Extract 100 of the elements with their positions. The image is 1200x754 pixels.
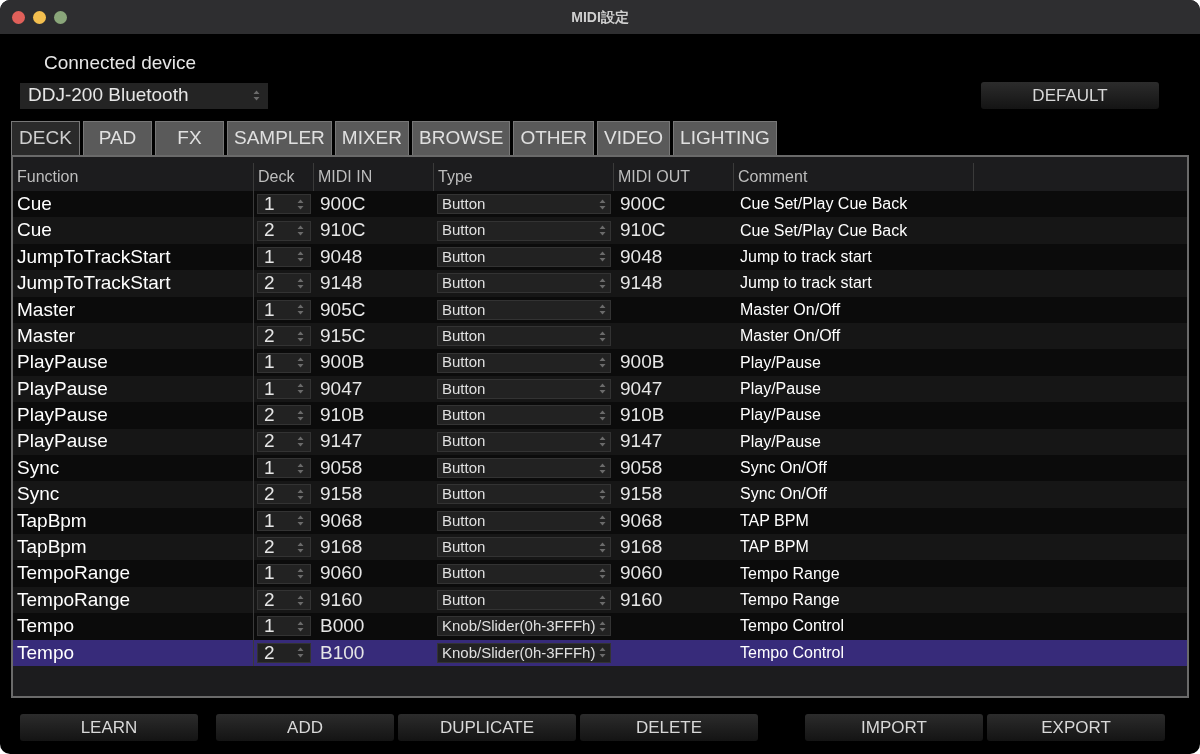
type-select[interactable]: Button xyxy=(437,273,611,294)
deck-stepper[interactable]: 2 xyxy=(257,273,311,294)
midi-in-cell-text: 9060 xyxy=(320,561,363,586)
type-select[interactable]: Button xyxy=(437,352,611,373)
type-select[interactable]: Button xyxy=(437,326,611,347)
column-header[interactable]: Deck xyxy=(258,165,295,189)
stepper-arrows-icon xyxy=(297,541,304,553)
tab[interactable]: MIXER xyxy=(334,121,409,155)
table-row[interactable]: PlayPause 2 910B Button 910B Play/Pause xyxy=(13,402,1187,429)
type-select[interactable]: Button xyxy=(437,510,611,531)
type-select[interactable]: Button xyxy=(437,537,611,558)
action-button[interactable]: DUPLICATE xyxy=(398,714,576,741)
tab[interactable]: OTHER xyxy=(513,121,594,155)
type-select[interactable]: Button xyxy=(437,563,611,584)
deck-stepper[interactable]: 1 xyxy=(257,352,311,373)
comment-cell-text: Jump to track start xyxy=(740,273,872,294)
table-row[interactable]: Tempo 1 B000 Knob/Slider(0h-3FFFh) Tempo Control xyxy=(13,613,1187,640)
deck-stepper[interactable]: 1 xyxy=(257,616,311,637)
comment-cell-text: Sync On/Off xyxy=(740,484,827,505)
column-header[interactable]: Type xyxy=(438,165,473,189)
deck-stepper[interactable]: 1 xyxy=(257,299,311,320)
table-row[interactable]: Cue 1 900C Button 900C Cue Set/Play Cue Back xyxy=(13,191,1187,218)
type-select[interactable]: Button xyxy=(437,378,611,399)
type-select[interactable]: Button xyxy=(437,458,611,479)
stepper-arrows-icon xyxy=(599,251,606,263)
deck-stepper[interactable]: 2 xyxy=(257,590,311,611)
table-row[interactable]: PlayPause 1 9047 Button 9047 Play/Pause xyxy=(13,375,1187,403)
table-row[interactable]: JumpToTrackStart 1 9048 Button 9048 Jump to track start xyxy=(13,243,1187,271)
type-select[interactable]: Button xyxy=(437,246,611,267)
type-select[interactable]: Button xyxy=(437,220,611,241)
table-row[interactable]: TempoRange 1 9060 Button 9060 Tempo Range xyxy=(13,560,1187,587)
function-cell-text: PlayPause xyxy=(17,403,108,428)
device-select[interactable]: DDJ-200 Bluetooth xyxy=(20,82,268,109)
table-row[interactable]: TempoRange 2 9160 Button 9160 Tempo Range xyxy=(13,586,1187,614)
stepper-arrows-icon xyxy=(297,489,304,500)
type-select[interactable]: Button xyxy=(437,194,611,215)
column-header[interactable]: MIDI IN xyxy=(318,165,373,189)
minimize-button[interactable] xyxy=(33,10,46,24)
type-select[interactable]: Button xyxy=(437,405,611,426)
tab[interactable]: VIDEO xyxy=(596,121,671,155)
deck-stepper[interactable]: 2 xyxy=(257,537,311,558)
comment-cell-text: Jump to track start xyxy=(740,246,872,267)
table-row[interactable]: Cue 2 910C Button 910C Cue Set/Play Cue Back xyxy=(13,217,1187,244)
deck-stepper[interactable]: 1 xyxy=(257,246,311,267)
action-button[interactable]: IMPORT xyxy=(805,714,983,741)
tab[interactable]: DECK xyxy=(11,121,80,155)
table-row[interactable]: Sync 1 9058 Button 9058 Sync On/Off xyxy=(13,454,1187,482)
deck-stepper[interactable]: 2 xyxy=(257,405,311,426)
function-cell-text: PlayPause xyxy=(17,429,108,454)
midi-in-cell-text: 9068 xyxy=(320,508,363,533)
tab[interactable]: FX xyxy=(155,121,224,155)
deck-stepper[interactable]: 1 xyxy=(257,378,311,399)
type-select[interactable]: Button xyxy=(437,299,611,320)
midi-out-cell-text: 900C xyxy=(620,191,666,216)
close-button[interactable] xyxy=(12,10,25,24)
deck-stepper[interactable]: 2 xyxy=(257,326,311,347)
type-select[interactable]: Knob/Slider(0h-3FFFh) xyxy=(437,616,611,637)
column-header[interactable]: Function xyxy=(17,165,79,189)
midi-out-cell-text: 9047 xyxy=(620,376,663,401)
table-row[interactable]: PlayPause 2 9147 Button 9147 Play/Pause xyxy=(13,428,1187,455)
type-select[interactable]: Knob/Slider(0h-3FFFh) xyxy=(437,642,611,663)
column-header[interactable]: MIDI OUT xyxy=(618,165,690,189)
type-select[interactable]: Button xyxy=(437,431,611,452)
deck-stepper[interactable]: 2 xyxy=(257,220,311,241)
action-button[interactable]: ADD xyxy=(216,714,394,741)
midi-out-cell-text: 9160 xyxy=(620,587,663,612)
deck-stepper[interactable]: 2 xyxy=(257,431,311,452)
type-select[interactable]: Button xyxy=(437,590,611,611)
deck-stepper[interactable]: 2 xyxy=(257,484,311,505)
action-button[interactable]: EXPORT xyxy=(987,714,1165,741)
tab[interactable]: LIGHTING xyxy=(673,121,777,155)
type-select[interactable]: Button xyxy=(437,484,611,505)
table-row[interactable]: TapBpm 2 9168 Button 9168 TAP BPM xyxy=(13,534,1187,561)
table-row[interactable]: PlayPause 1 900B Button 900B Play/Pause xyxy=(13,349,1187,376)
table-row[interactable]: TapBpm 1 9068 Button 9068 TAP BPM xyxy=(13,507,1187,535)
tab[interactable]: PAD xyxy=(83,121,152,155)
table-row[interactable]: Master 2 915C Button Master On/Off xyxy=(13,322,1187,350)
comment-cell-text: Play/Pause xyxy=(740,352,821,373)
zoom-button[interactable] xyxy=(54,10,67,24)
tab[interactable]: SAMPLER xyxy=(227,121,332,155)
midi-in-cell-text: 905C xyxy=(320,297,366,322)
deck-stepper[interactable]: 2 xyxy=(257,642,311,663)
table-row[interactable]: Tempo 2 B100 Knob/Slider(0h-3FFFh) Tempo Control xyxy=(13,639,1187,667)
stepper-arrows-icon xyxy=(599,225,606,237)
tab[interactable]: BROWSE xyxy=(412,121,511,155)
action-button[interactable]: DELETE xyxy=(580,714,758,741)
deck-stepper[interactable]: 1 xyxy=(257,194,311,215)
midi-in-cell-text: 915C xyxy=(320,323,366,348)
comment-cell-text: Play/Pause xyxy=(740,405,821,426)
deck-stepper[interactable]: 1 xyxy=(257,510,311,531)
comment-cell-text: Tempo Range xyxy=(740,590,840,611)
column-header[interactable]: Comment xyxy=(738,165,808,189)
function-cell-text: Tempo xyxy=(17,614,75,639)
deck-stepper[interactable]: 1 xyxy=(257,563,311,584)
default-button[interactable]: DEFAULT xyxy=(981,82,1159,109)
table-row[interactable]: JumpToTrackStart 2 9148 Button 9148 Jump to track start xyxy=(13,270,1187,297)
action-button[interactable]: LEARN xyxy=(20,714,198,741)
table-row[interactable]: Sync 2 9158 Button 9158 Sync On/Off xyxy=(13,481,1187,508)
table-row[interactable]: Master 1 905C Button Master On/Off xyxy=(13,296,1187,323)
deck-stepper[interactable]: 1 xyxy=(257,458,311,479)
